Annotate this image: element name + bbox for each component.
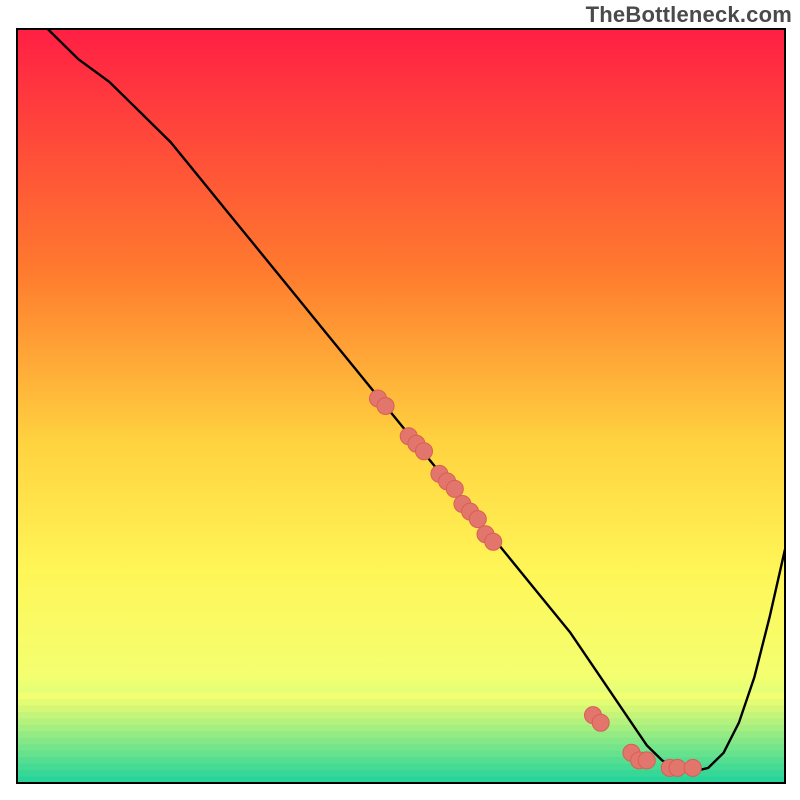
highlight-point xyxy=(377,398,394,415)
green-band xyxy=(17,751,785,758)
highlight-point xyxy=(592,714,609,731)
chart-svg xyxy=(16,28,786,784)
highlight-point xyxy=(684,759,701,776)
highlight-point xyxy=(669,759,686,776)
green-band xyxy=(17,699,785,706)
green-band xyxy=(17,705,785,712)
green-band xyxy=(17,712,785,719)
gradient-background xyxy=(17,29,785,783)
green-band xyxy=(17,725,785,732)
plot-area xyxy=(16,28,786,784)
highlight-point xyxy=(638,752,655,769)
green-band xyxy=(17,738,785,745)
highlight-point xyxy=(469,511,486,528)
chart-container: TheBottleneck.com xyxy=(0,0,800,800)
green-band xyxy=(17,693,785,700)
highlight-point xyxy=(485,533,502,550)
green-band xyxy=(17,718,785,725)
green-band xyxy=(17,744,785,751)
green-band xyxy=(17,731,785,738)
watermark-text: TheBottleneck.com xyxy=(586,2,792,28)
highlight-point xyxy=(416,443,433,460)
highlight-point xyxy=(446,480,463,497)
